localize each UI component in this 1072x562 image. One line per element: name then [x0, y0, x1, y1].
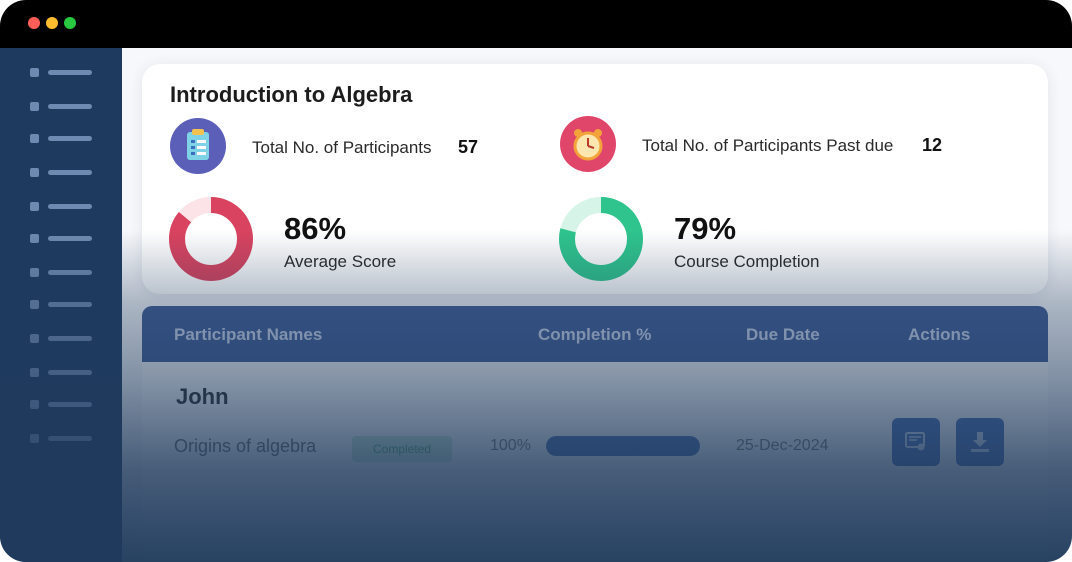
- close-window-button[interactable]: [28, 17, 40, 29]
- participants-count: 57: [458, 137, 479, 157]
- clipboard-icon: [170, 118, 226, 174]
- certificate-icon: [905, 432, 925, 451]
- past-due-count: 12: [922, 135, 943, 155]
- completion-progress-fill: [546, 436, 700, 456]
- completion-percent: 100%: [490, 437, 531, 454]
- sidebar-item-11[interactable]: [30, 400, 94, 410]
- app-window: Introduction to Algebra Total No. of Par…: [0, 0, 1072, 562]
- sidebar-item-8[interactable]: [30, 300, 94, 310]
- due-date: 25-Dec-2024: [736, 437, 829, 454]
- course-summary-card: Introduction to Algebra Total No. of Par…: [142, 64, 1048, 294]
- course-completion-label: Course Completion: [674, 252, 820, 271]
- sidebar-item-10[interactable]: [30, 368, 94, 378]
- average-score-donut: [169, 197, 253, 281]
- participant-name: John: [176, 384, 229, 409]
- sidebar-item-12[interactable]: [30, 434, 94, 444]
- participants-table-body: John Origins of algebra Completed 100% 2…: [142, 362, 1048, 562]
- certificate-button[interactable]: [892, 418, 940, 466]
- course-completion-donut: [559, 197, 643, 281]
- average-score-label: Average Score: [284, 252, 397, 271]
- sidebar-item-3[interactable]: [30, 134, 94, 144]
- column-header-participant-names[interactable]: Participant Names: [174, 325, 322, 345]
- sidebar-item-5[interactable]: [30, 202, 94, 212]
- status-badge: Completed: [352, 436, 452, 462]
- course-completion-value: 79%: [674, 211, 737, 246]
- sidebar-item-6[interactable]: [30, 234, 94, 244]
- sidebar-item-2[interactable]: [30, 102, 94, 112]
- column-header-actions: Actions: [908, 325, 971, 344]
- maximize-window-button[interactable]: [64, 17, 76, 29]
- participants-label: Total No. of Participants: [252, 138, 432, 157]
- course-title: Introduction to Algebra: [170, 82, 413, 107]
- alarm-clock-icon: [560, 116, 616, 172]
- sidebar-item-1[interactable]: [30, 68, 94, 78]
- sidebar-item-4[interactable]: [30, 168, 94, 178]
- past-due-label: Total No. of Participants Past due: [642, 136, 894, 155]
- column-header-completion[interactable]: Completion %: [538, 325, 651, 345]
- main-content: Introduction to Algebra Total No. of Par…: [122, 48, 1072, 562]
- module-name: Origins of algebra: [174, 436, 317, 456]
- average-score-value: 86%: [284, 211, 347, 246]
- sidebar: [0, 48, 122, 562]
- sidebar-item-7[interactable]: [30, 268, 94, 278]
- participants-table-header: Participant Names Completion % Due Date …: [142, 306, 1048, 362]
- download-button[interactable]: [956, 418, 1004, 466]
- column-header-due-date[interactable]: Due Date: [746, 325, 820, 345]
- sidebar-item-9[interactable]: [30, 334, 94, 344]
- title-bar: [0, 0, 1072, 48]
- minimize-window-button[interactable]: [46, 17, 58, 29]
- completion-progress-bar: [546, 436, 700, 456]
- download-icon: [971, 432, 989, 452]
